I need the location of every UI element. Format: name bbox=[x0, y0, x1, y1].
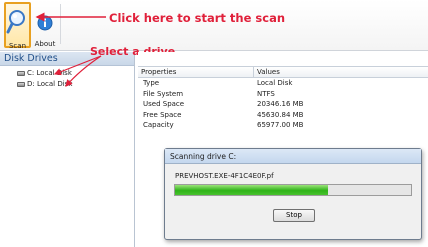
hard-drive-icon bbox=[17, 71, 25, 76]
property-value: 20346.16 MB bbox=[257, 100, 304, 109]
properties-header-row: Properties Values bbox=[138, 67, 428, 78]
scan-button[interactable]: Scan bbox=[4, 2, 31, 50]
disk-drives-panel: Disk Drives C: Local Disk D: Local Disk bbox=[0, 52, 135, 247]
property-name: Used Space bbox=[143, 100, 185, 109]
property-row: Type Local Disk bbox=[138, 78, 428, 89]
drive-item-label: D: Local Disk bbox=[27, 80, 73, 88]
property-value: Local Disk bbox=[257, 79, 293, 87]
property-row: Used Space 20346.16 MB bbox=[138, 99, 428, 110]
magnifier-icon bbox=[6, 10, 25, 34]
stop-button[interactable]: Stop bbox=[273, 209, 315, 222]
property-value: NTFS bbox=[257, 89, 275, 98]
info-icon bbox=[37, 15, 53, 31]
property-row: Free Space 45630.84 MB bbox=[138, 110, 428, 121]
properties-column-header[interactable]: Properties bbox=[138, 67, 254, 77]
values-column-header[interactable]: Values bbox=[254, 67, 280, 77]
drive-item-c[interactable]: C: Local Disk bbox=[0, 68, 134, 79]
drive-item-d[interactable]: D: Local Disk bbox=[0, 79, 134, 90]
property-row: Capacity 65977.00 MB bbox=[138, 120, 428, 131]
property-value: 65977.00 MB bbox=[257, 121, 304, 130]
current-file-label: PREVHOST.EXE-4F1C4E0F.pf bbox=[175, 172, 274, 180]
about-button-label: About bbox=[34, 40, 56, 48]
app-window: Scan About Click here to start the scan … bbox=[0, 0, 428, 247]
hard-drive-icon bbox=[17, 82, 25, 87]
progress-fill bbox=[175, 185, 329, 195]
property-row: File System NTFS bbox=[138, 89, 428, 100]
scan-button-label: Scan bbox=[8, 42, 27, 50]
property-name: Capacity bbox=[143, 121, 174, 130]
about-button[interactable]: About bbox=[33, 2, 57, 48]
property-value: 45630.84 MB bbox=[257, 110, 304, 119]
properties-panel-header bbox=[138, 52, 428, 67]
drive-item-label: C: Local Disk bbox=[27, 69, 72, 77]
dialog-title: Scanning drive C: bbox=[165, 149, 421, 164]
scan-hint-annotation: Click here to start the scan bbox=[109, 11, 286, 25]
property-name: Free Space bbox=[143, 110, 182, 119]
property-name: File System bbox=[143, 89, 184, 98]
property-name: Type bbox=[143, 79, 160, 87]
scan-progress-dialog: Scanning drive C: PREVHOST.EXE-4F1C4E0F.… bbox=[164, 148, 422, 240]
toolbar-separator bbox=[60, 4, 61, 44]
toolbar: Scan About bbox=[0, 0, 428, 51]
scan-progress-bar bbox=[174, 184, 412, 196]
